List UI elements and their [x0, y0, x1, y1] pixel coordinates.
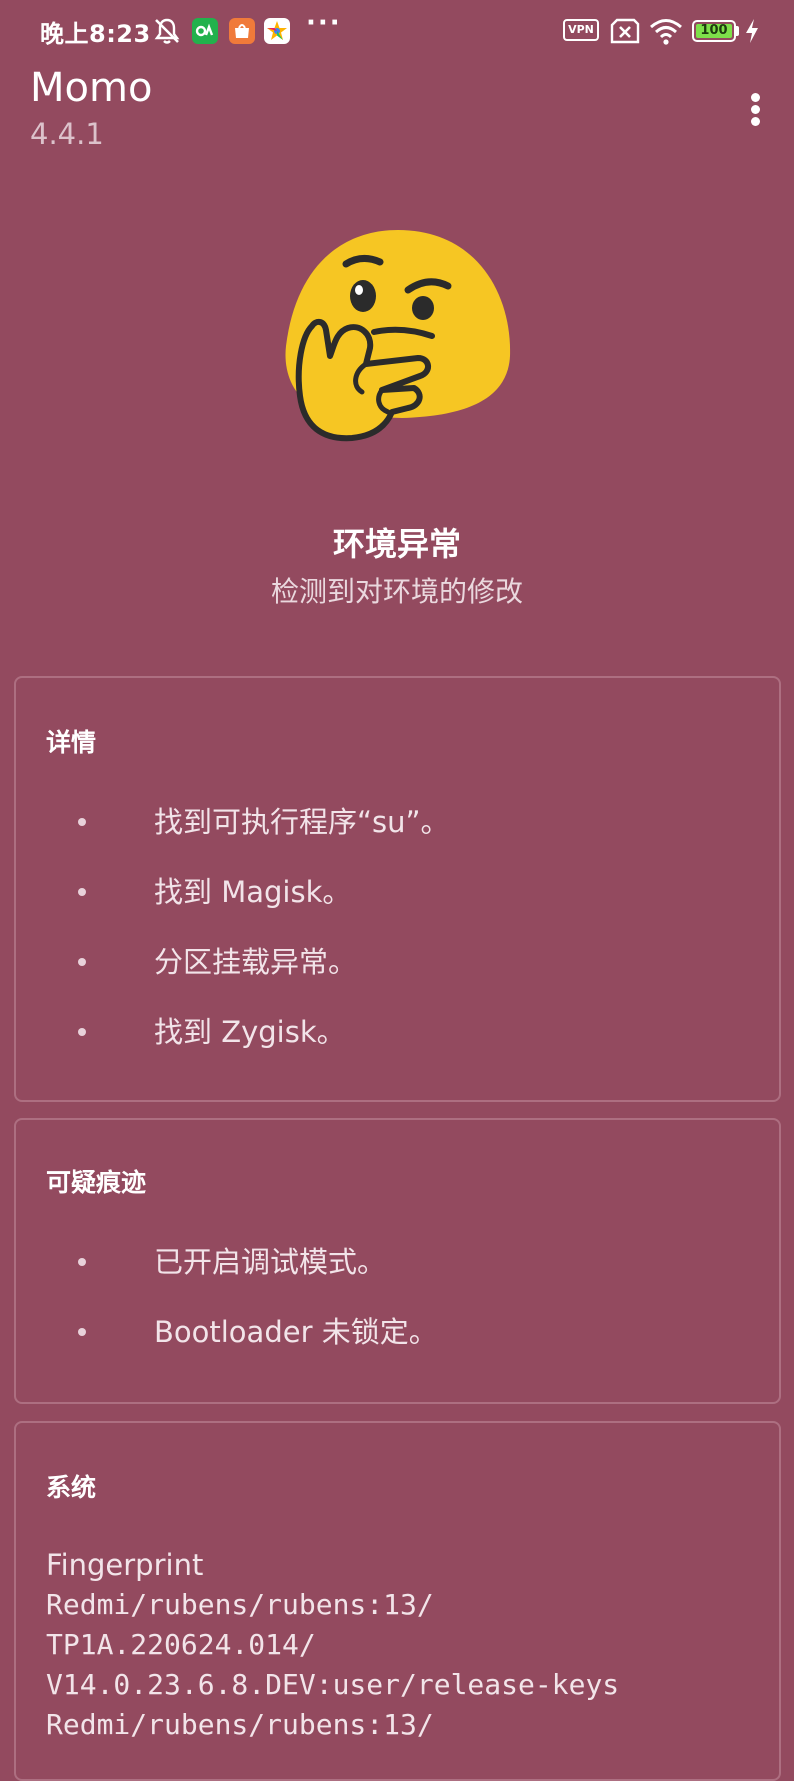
- bullet-dot: [78, 1328, 86, 1336]
- app-notification-icon-green: [192, 18, 218, 44]
- bullet-dot: [78, 818, 86, 826]
- overflow-menu-icon[interactable]: [736, 84, 776, 132]
- list-item: 找到 Magisk。: [46, 872, 759, 912]
- status-title: 环境异常: [332, 525, 461, 563]
- details-item-text: 找到可执行程序“su”。: [154, 805, 450, 839]
- details-item-text: 找到 Magisk。: [154, 875, 352, 909]
- menu-dot: [751, 117, 760, 126]
- suspicious-item-text: Bootloader 未锁定。: [154, 1315, 438, 1349]
- vpn-icon: VPN: [563, 19, 599, 41]
- list-item: 找到 Zygisk。: [46, 1012, 759, 1052]
- app-notification-icon-multicolor: [264, 18, 290, 44]
- status-subtitle: 检测到对环境的修改: [270, 575, 523, 608]
- bullet-dot: [78, 958, 86, 966]
- status-time: 晚上8:23: [40, 20, 151, 48]
- suspicious-traces-card: 可疑痕迹 已开启调试模式。 Bootloader 未锁定。: [14, 1118, 781, 1404]
- fingerprint-line: Redmi/rubens/rubens:13/: [46, 1708, 434, 1741]
- battery-icon: 100: [692, 20, 736, 42]
- fingerprint-line: Redmi/rubens/rubens:13/: [46, 1588, 434, 1621]
- vpn-label: VPN: [568, 23, 594, 36]
- list-item: 找到可执行程序“su”。: [46, 802, 759, 842]
- bullet-dot: [78, 888, 86, 896]
- fingerprint-line: TP1A.220624.014/: [46, 1628, 316, 1661]
- menu-dot: [751, 105, 760, 114]
- system-card: 系统 Fingerprint Redmi/rubens/rubens:13/ T…: [14, 1421, 781, 1781]
- fingerprint-line: V14.0.23.6.8.DEV:user/release-keys: [46, 1668, 620, 1701]
- suspicious-item-text: 已开启调试模式。: [154, 1245, 387, 1279]
- menu-dot: [751, 93, 760, 102]
- battery-tip: [736, 26, 739, 36]
- details-card-title: 详情: [46, 728, 97, 757]
- suspicious-card-title: 可疑痕迹: [46, 1168, 147, 1197]
- details-card: 详情 找到可执行程序“su”。 找到 Magisk。 分区挂载异常。 找到 Zy…: [14, 676, 781, 1102]
- app-version: 4.4.1: [30, 117, 104, 151]
- details-item-text: 找到 Zygisk。: [154, 1015, 346, 1049]
- charging-bolt-icon: [746, 19, 758, 43]
- thinking-face-emoji: [285, 230, 511, 442]
- list-item: Bootloader 未锁定。: [46, 1312, 759, 1352]
- app-title: Momo: [30, 65, 153, 111]
- wifi-icon: [650, 19, 682, 45]
- battery-percent: 100: [700, 23, 728, 38]
- system-card-title: 系统: [46, 1473, 97, 1502]
- status-bar: 晚上8:23 ··· VPN 100: [0, 0, 794, 62]
- list-item: 已开启调试模式。: [46, 1242, 759, 1282]
- muted-bell-icon: [154, 18, 180, 44]
- details-item-text: 分区挂载异常。: [154, 945, 358, 979]
- more-notifications-indicator: ···: [306, 8, 342, 38]
- fingerprint-label: Fingerprint: [46, 1548, 204, 1582]
- list-item: 分区挂载异常。: [46, 942, 759, 982]
- app-notification-icon-orange: [229, 18, 255, 44]
- bullet-dot: [78, 1028, 86, 1036]
- no-sim-icon: [610, 18, 640, 44]
- bullet-dot: [78, 1258, 86, 1266]
